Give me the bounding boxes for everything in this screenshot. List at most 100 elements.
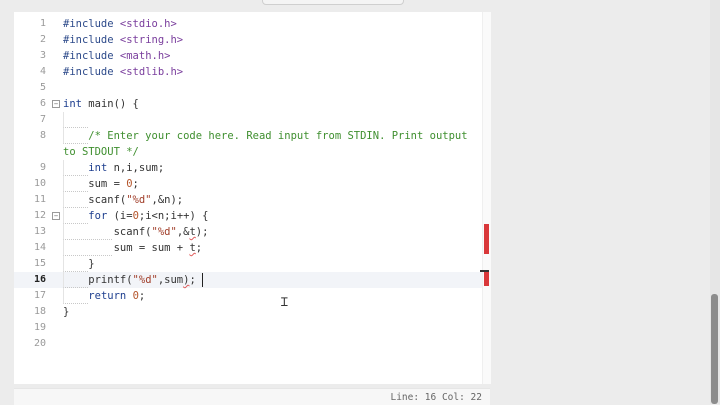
code-token: "%d" [151, 226, 177, 238]
code-line[interactable]: 13 scanf("%d",&t); [14, 224, 482, 240]
code-line[interactable]: 16 printf("%d",sum); [14, 272, 482, 288]
cursor-position-text: Line: 16 Col: 22 [390, 392, 482, 403]
line-number: 11 [33, 194, 46, 205]
code-text: sum = 0; [63, 176, 139, 192]
code-token: int [63, 98, 89, 110]
error-marker[interactable] [484, 270, 489, 286]
code-token: #include [63, 34, 120, 46]
code-line[interactable]: 19 [14, 320, 482, 336]
line-number: 18 [33, 306, 46, 317]
code-token: "%d" [126, 194, 152, 206]
code-token: sum = [63, 178, 127, 190]
code-token: printf( [63, 274, 133, 286]
code-line[interactable]: 5 [14, 80, 482, 96]
line-number: 1 [39, 18, 46, 29]
code-token: for [88, 210, 114, 222]
line-number: 8 [39, 130, 46, 141]
code-line[interactable]: 9 int n,i,sum; [14, 160, 482, 176]
code-token: (i= [113, 210, 133, 222]
code-line[interactable]: 11 scanf("%d",&n); [14, 192, 482, 208]
code-token: <stdio.h> [119, 18, 177, 30]
line-number: 16 [33, 274, 46, 285]
code-token: "%d" [132, 274, 158, 286]
code-token: ; [132, 178, 139, 190]
line-number: 19 [33, 322, 46, 333]
code-token: #include [63, 18, 120, 30]
editor-scrollbar[interactable] [482, 12, 491, 384]
code-token: ;i<n;i++) { [138, 210, 209, 222]
line-number: 10 [33, 178, 46, 189]
fold-toggle-icon[interactable]: − [52, 100, 60, 108]
code-token: ); [195, 226, 209, 238]
line-number: 3 [39, 50, 46, 61]
code-text: /* Enter your code here. Read input from… [63, 128, 468, 144]
code-token: n,i,sum; [113, 162, 165, 174]
fold-toggle-icon[interactable]: − [52, 212, 60, 220]
code-text: #include <stdlib.h> [63, 64, 183, 80]
code-token: ,&n); [151, 194, 184, 206]
code-token: ; [189, 274, 196, 286]
code-token: #include [63, 50, 120, 62]
code-line[interactable]: 17 return 0; [14, 288, 482, 304]
error-marker[interactable] [484, 224, 489, 254]
text-caret [202, 273, 203, 287]
code-text: sum = sum + t; [63, 240, 203, 256]
code-token: /* Enter your code here. Read input from… [63, 130, 468, 142]
code-line[interactable]: 6− int main() { [14, 96, 482, 112]
cursor-position-marker [480, 270, 489, 272]
code-text: #include <stdio.h> [63, 16, 177, 32]
line-number: 17 [33, 290, 46, 301]
code-token: <stdlib.h> [119, 66, 184, 78]
code-token: ; [195, 242, 203, 254]
line-number: 5 [39, 82, 46, 93]
code-text: scanf("%d",&n); [63, 192, 183, 208]
page-scroll-thumb[interactable] [711, 294, 718, 404]
top-tab[interactable] [262, 0, 404, 5]
code-token: int [88, 162, 114, 174]
code-text: #include <math.h> [63, 48, 170, 64]
code-line[interactable]: 3 #include <math.h> [14, 48, 482, 64]
code-line[interactable]: 10 sum = 0; [14, 176, 482, 192]
code-line[interactable]: 1 #include <stdio.h> [14, 16, 482, 32]
code-token: <math.h> [119, 50, 171, 62]
line-number: 4 [39, 66, 46, 77]
code-text: #include <string.h> [63, 32, 183, 48]
code-text: } [63, 256, 94, 272]
code-line[interactable]: to STDOUT */ [14, 144, 482, 160]
code-token: main() { [88, 98, 139, 110]
code-line[interactable]: 15 } [14, 256, 482, 272]
code-line[interactable]: 12− for (i=0;i<n;i++) { [14, 208, 482, 224]
line-number: 20 [33, 338, 46, 349]
code-text: int main() { [63, 96, 139, 112]
code-line[interactable]: 7 [14, 112, 482, 128]
code-token: return [88, 290, 133, 302]
code-editor[interactable]: 1 #include <stdio.h> 2 #include <string.h> 3… [14, 12, 490, 384]
code-token: sum = sum + [63, 242, 190, 254]
line-number: 2 [39, 34, 46, 45]
code-line[interactable]: 8 /* Enter your code here. Read input fr… [14, 128, 482, 144]
code-text: return 0; [63, 288, 145, 304]
code-token: ,& [176, 226, 190, 238]
code-line[interactable]: 2 #include <string.h> [14, 32, 482, 48]
code-line[interactable]: 14 sum = sum + t; [14, 240, 482, 256]
code-text: to STDOUT */ [63, 144, 139, 160]
code-line[interactable]: 18} [14, 304, 482, 320]
code-token: <string.h> [119, 34, 184, 46]
line-number: 7 [39, 114, 46, 125]
code-text: printf("%d",sum); [63, 272, 196, 288]
code-token: #include [63, 66, 120, 78]
code-text: scanf("%d",&t); [63, 224, 209, 240]
code-token: scanf( [63, 194, 127, 206]
line-number: 15 [33, 258, 46, 269]
code-text: int n,i,sum; [63, 160, 164, 176]
code-line[interactable]: 20 [14, 336, 482, 352]
code-token: } [63, 306, 70, 318]
line-number: 12 [33, 210, 46, 221]
code-line[interactable]: 4 #include <stdlib.h> [14, 64, 482, 80]
indent-guide [63, 112, 88, 128]
code-token: scanf( [63, 226, 152, 238]
status-bar: Line: 16 Col: 22 [14, 388, 490, 405]
